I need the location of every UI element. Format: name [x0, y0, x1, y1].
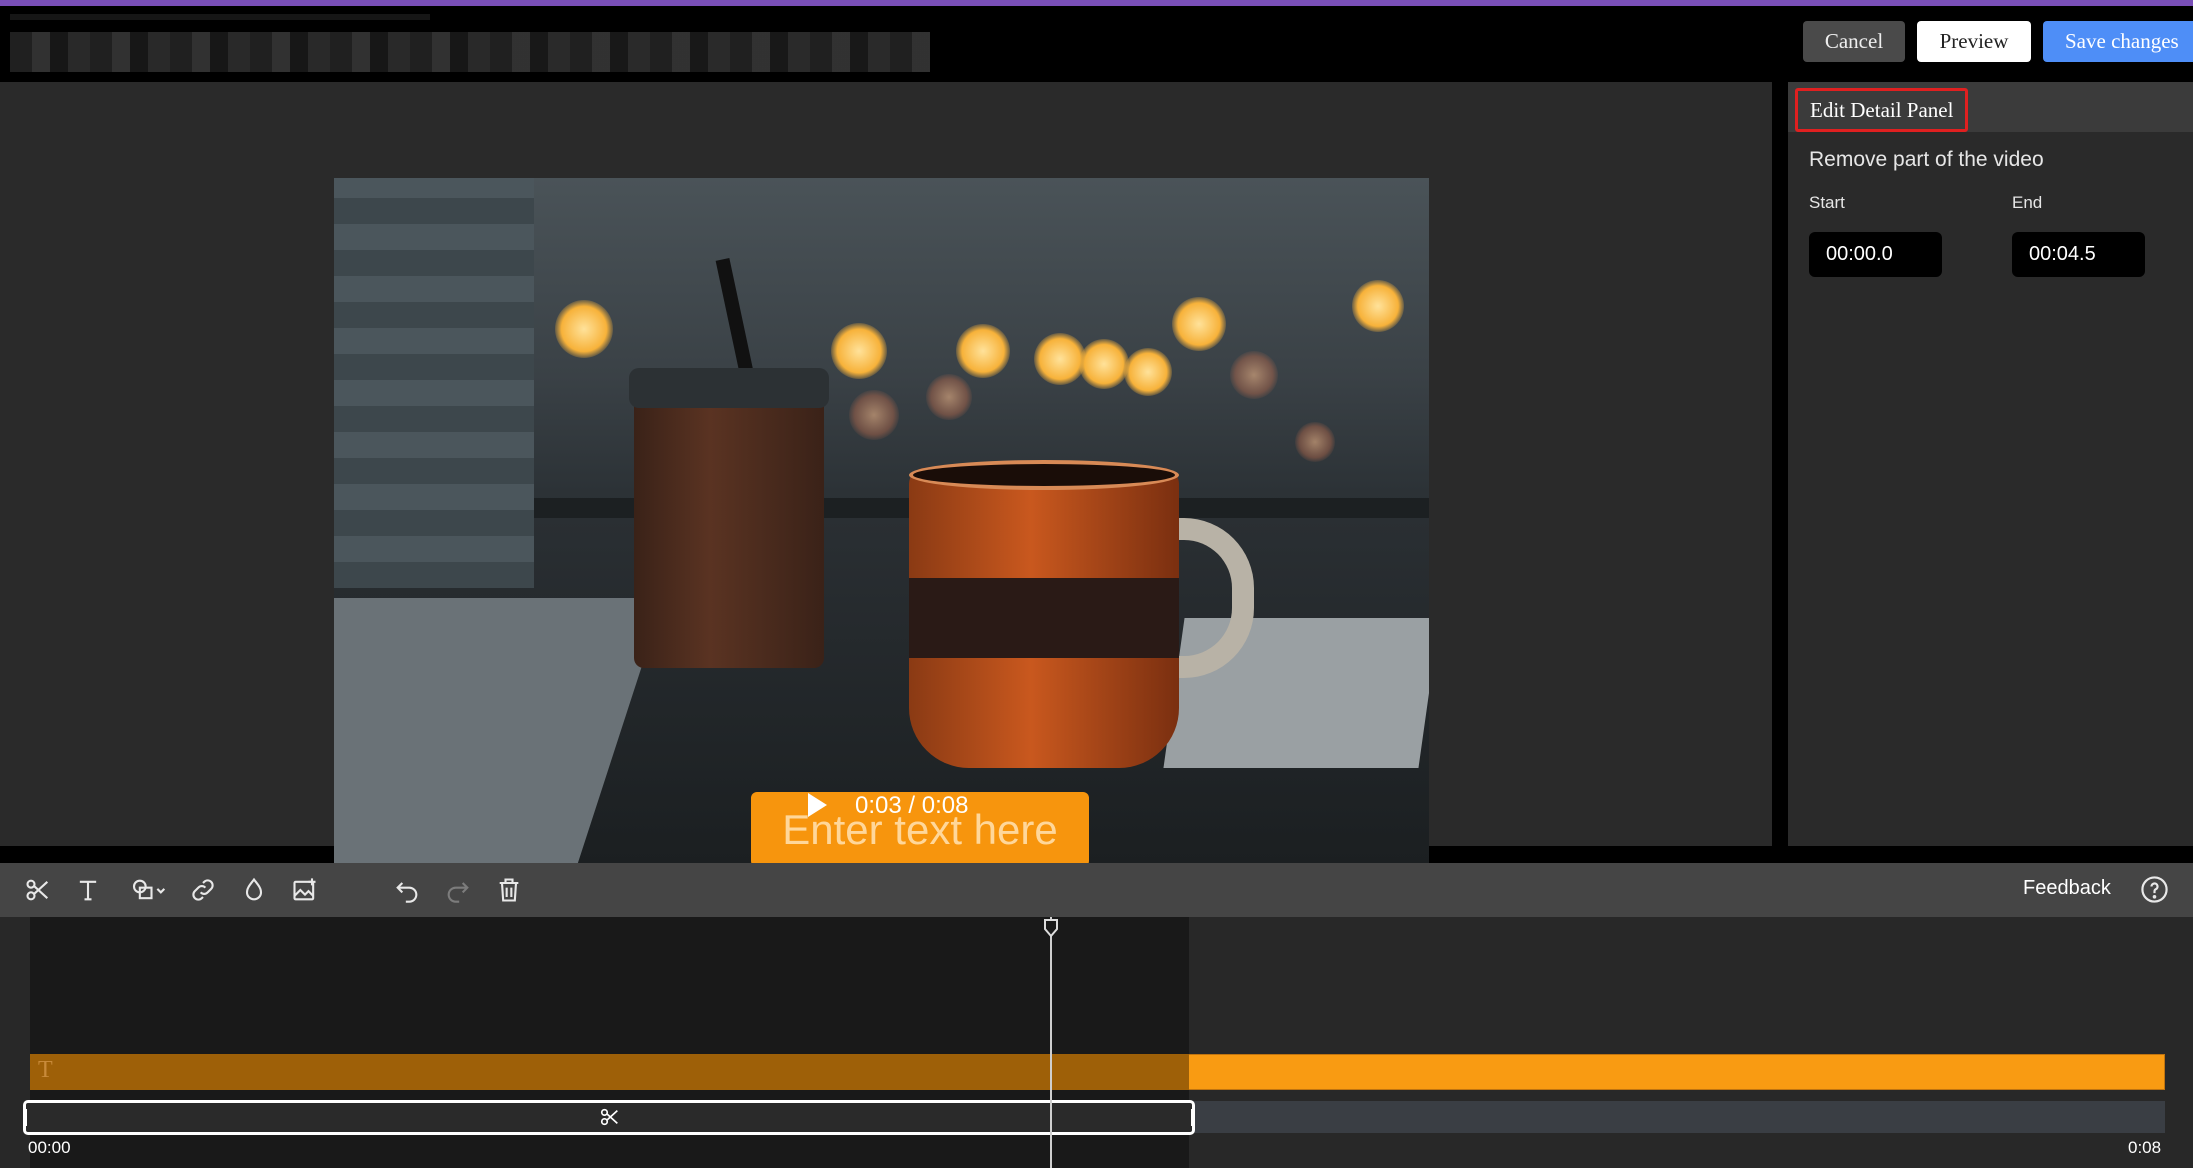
text-icon[interactable]: [71, 873, 105, 907]
scene-bokeh: [1034, 333, 1086, 385]
scene-mug-band: [909, 578, 1179, 658]
video-frame[interactable]: Enter text here: [334, 178, 1429, 864]
scene-bokeh: [1295, 422, 1335, 462]
text-track-glyph: T: [38, 1057, 53, 1083]
trim-handle-right[interactable]: [1191, 1109, 1194, 1126]
text-track-cut-segment: [30, 1054, 1189, 1090]
scissors-icon[interactable]: [21, 873, 55, 907]
link-icon[interactable]: [186, 873, 220, 907]
shapes-icon[interactable]: [125, 873, 171, 907]
panel-description: Remove part of the video: [1809, 148, 2044, 171]
playhead-knob-icon[interactable]: [1043, 918, 1059, 943]
scene-bokeh: [849, 390, 899, 440]
scene-bokeh: [926, 374, 972, 420]
scene-mug-rim: [909, 460, 1179, 490]
trash-icon[interactable]: [492, 873, 526, 907]
scene-bokeh: [1079, 339, 1129, 389]
save-changes-button[interactable]: Save changes: [2043, 21, 2193, 62]
preview-button[interactable]: Preview: [1917, 21, 2031, 62]
editor-toolbar: Feedback: [0, 863, 2193, 917]
start-label: Start: [1809, 193, 1845, 212]
edit-detail-panel: Edit Detail Panel Remove part of the vid…: [1788, 82, 2193, 846]
scene-bokeh: [956, 324, 1010, 378]
drop-icon[interactable]: [237, 873, 271, 907]
scene-jar-lid: [629, 368, 829, 408]
play-icon[interactable]: [808, 793, 827, 817]
start-time-input[interactable]: [1809, 232, 1942, 277]
panel-header: Edit Detail Panel: [1788, 82, 2193, 132]
scene-bokeh: [1230, 351, 1278, 399]
scene-bokeh: [555, 300, 613, 358]
playhead[interactable]: [1050, 917, 1052, 1168]
cancel-button[interactable]: Cancel: [1803, 21, 1905, 62]
time-readout: 0:03 / 0:08: [855, 792, 969, 819]
feedback-link[interactable]: Feedback: [2023, 877, 2111, 900]
scene-jar: [634, 378, 824, 668]
panel-title: Edit Detail Panel: [1795, 88, 1969, 132]
trim-selection[interactable]: [23, 1100, 1195, 1135]
scene-bokeh: [1124, 348, 1172, 396]
redacted-title: [10, 14, 930, 72]
end-time-input[interactable]: [2012, 232, 2145, 277]
scene-bokeh: [1352, 280, 1404, 332]
end-label: End: [2012, 193, 2043, 212]
scene-laptop-screen: [334, 178, 534, 588]
undo-icon[interactable]: [390, 873, 424, 907]
timeline-start-time: 00:00: [28, 1138, 71, 1157]
video-preview-area: Enter text here 0:03 / 0:08: [0, 82, 1772, 864]
redo-icon[interactable]: [441, 873, 475, 907]
header: Cancel Preview Save changes: [0, 6, 2193, 78]
player-controls: 0:03 / 0:08: [0, 782, 1772, 822]
scene-bokeh: [831, 323, 887, 379]
scissors-icon: [599, 1106, 621, 1133]
image-icon[interactable]: [288, 873, 322, 907]
help-icon[interactable]: [2140, 875, 2169, 904]
timeline[interactable]: T 00:00 0:08: [0, 917, 2193, 1168]
timeline-end-time: 0:08: [2128, 1138, 2162, 1157]
scene-bokeh: [1172, 297, 1226, 351]
trim-handle-left[interactable]: [24, 1109, 27, 1126]
